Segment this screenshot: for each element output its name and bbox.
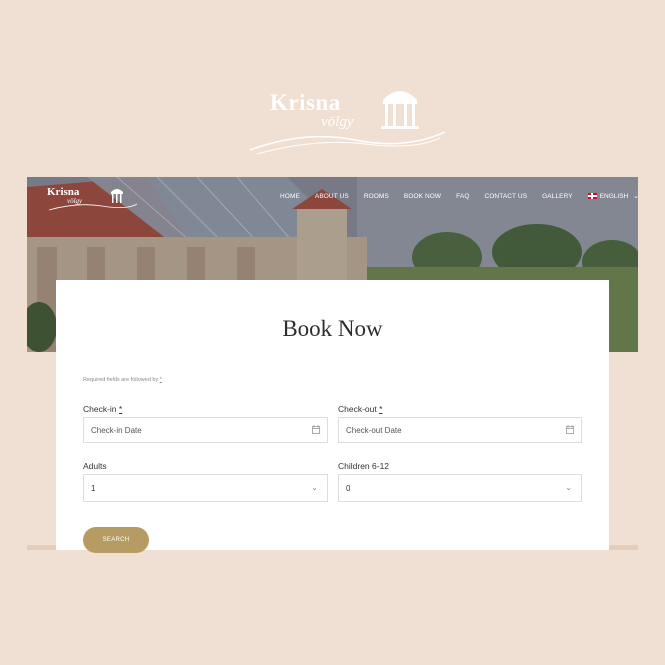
language-selector[interactable]: ENGLISH ⌄ (587, 192, 638, 200)
required-star: * (159, 377, 162, 383)
language-label: ENGLISH (599, 192, 629, 200)
checkin-placeholder: Check-in Date (91, 426, 142, 435)
checkin-required-star: * (118, 404, 123, 414)
checkout-required-star: * (379, 404, 383, 414)
nav-home[interactable]: HOME (280, 193, 300, 200)
children-select[interactable]: 0 ⌄ (338, 474, 582, 502)
nav-rooms[interactable]: ROOMS (364, 193, 389, 200)
chevron-down-icon: ⌄ (565, 483, 572, 492)
brand-name: Krisna (270, 90, 341, 115)
chevron-down-icon: ⌄ (633, 193, 638, 200)
nav-book-now[interactable]: BOOK NOW (404, 193, 441, 200)
children-value: 0 (346, 484, 351, 493)
nav-about-us[interactable]: ABOUT US (315, 193, 349, 200)
brand-subtitle: völgy (321, 114, 354, 130)
checkout-field[interactable]: Check-out Date (338, 417, 582, 443)
calendar-icon[interactable] (312, 425, 320, 434)
chevron-down-icon: ⌄ (311, 483, 318, 492)
checkout-placeholder: Check-out Date (346, 426, 402, 435)
required-note-text: Required fields are followed by (83, 377, 159, 383)
hero-brand-subtitle: völgy (67, 197, 83, 205)
checkin-label-text: Check-in (83, 404, 117, 414)
page-title: Book Now (282, 316, 383, 341)
search-button[interactable]: SEARCH (83, 527, 149, 553)
checkin-label: Check-in * (83, 404, 122, 414)
nav-contact-us[interactable]: CONTACT US (484, 193, 527, 200)
required-note: Required fields are followed by * (83, 377, 162, 383)
calendar-icon[interactable] (566, 425, 574, 434)
hero-logo[interactable]: Krisna völgy (47, 186, 137, 214)
adults-label: Adults (83, 461, 107, 471)
main-nav: HOME ABOUT US ROOMS BOOK NOW FAQ CONTACT… (280, 192, 638, 201)
checkout-label-text: Check-out (338, 404, 377, 414)
nav-faq[interactable]: FAQ (456, 193, 469, 200)
adults-value: 1 (91, 484, 96, 493)
brand-logo[interactable]: Krisna völgy (245, 80, 445, 160)
checkout-label: Check-out * (338, 404, 382, 414)
children-label: Children 6-12 (338, 461, 390, 471)
booking-card: Book Now Required fields are followed by… (56, 280, 609, 553)
uk-flag-icon (587, 193, 597, 199)
adults-select[interactable]: 1 ⌄ (83, 474, 328, 502)
checkin-field[interactable]: Check-in Date (83, 417, 328, 443)
nav-gallery[interactable]: GALLERY (542, 193, 573, 200)
